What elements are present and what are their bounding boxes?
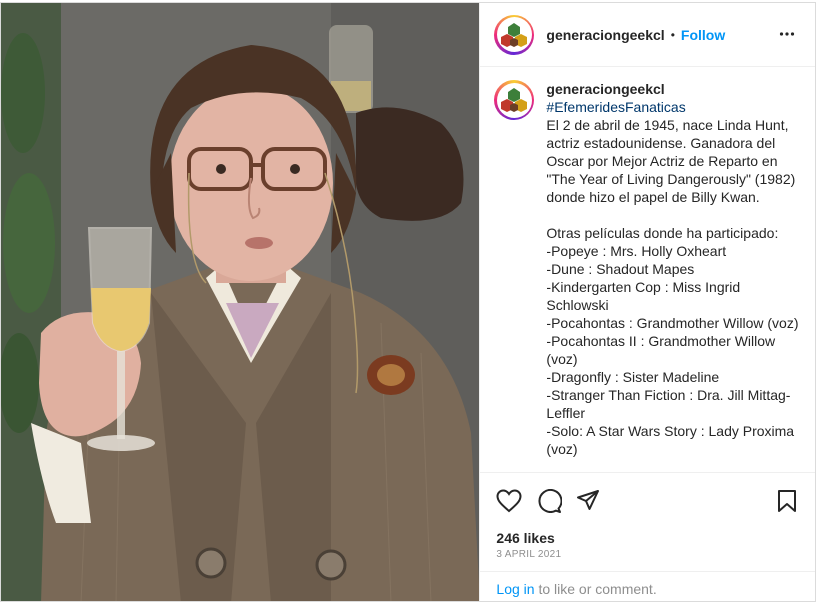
send-icon[interactable] <box>576 489 600 518</box>
heart-icon[interactable] <box>496 489 522 518</box>
comment-prompt-text: to like or comment. <box>534 581 657 597</box>
caption-text: El 2 de abril de 1945, nace Linda Hunt, … <box>546 117 799 457</box>
action-bar <box>480 472 815 530</box>
follow-button[interactable]: Follow <box>681 27 725 43</box>
comment-icon[interactable] <box>536 489 563 518</box>
caption-section[interactable]: generaciongeekcl #EfemeridesFanaticas El… <box>480 68 815 471</box>
caption-username[interactable]: generaciongeekcl <box>546 80 801 98</box>
caption-body: generaciongeekcl #EfemeridesFanaticas El… <box>546 80 801 471</box>
post-side-panel: generaciongeekcl • Follow generaciongeek… <box>479 3 815 601</box>
hexagon-logo-icon <box>501 88 528 112</box>
avatar[interactable] <box>494 14 535 55</box>
hexagon-logo-icon <box>501 22 528 47</box>
post-username[interactable]: generaciongeekcl <box>546 27 664 43</box>
post-date: 3 APRIL 2021 <box>496 549 562 560</box>
likes-count[interactable]: 246 likes <box>496 530 554 546</box>
separator-dot: • <box>670 27 675 42</box>
more-options-icon[interactable] <box>779 26 795 47</box>
post-photo[interactable] <box>1 3 480 601</box>
post-image <box>1 3 480 601</box>
comment-bar: Log in to like or comment. <box>480 571 815 601</box>
hashtag-link[interactable]: #EfemeridesFanaticas <box>546 98 801 116</box>
login-link[interactable]: Log in <box>496 581 534 597</box>
bookmark-icon[interactable] <box>776 489 798 518</box>
post-header: generaciongeekcl • Follow <box>480 3 815 67</box>
caption-avatar[interactable] <box>494 80 535 120</box>
instagram-post: generaciongeekcl • Follow generaciongeek… <box>0 2 816 602</box>
